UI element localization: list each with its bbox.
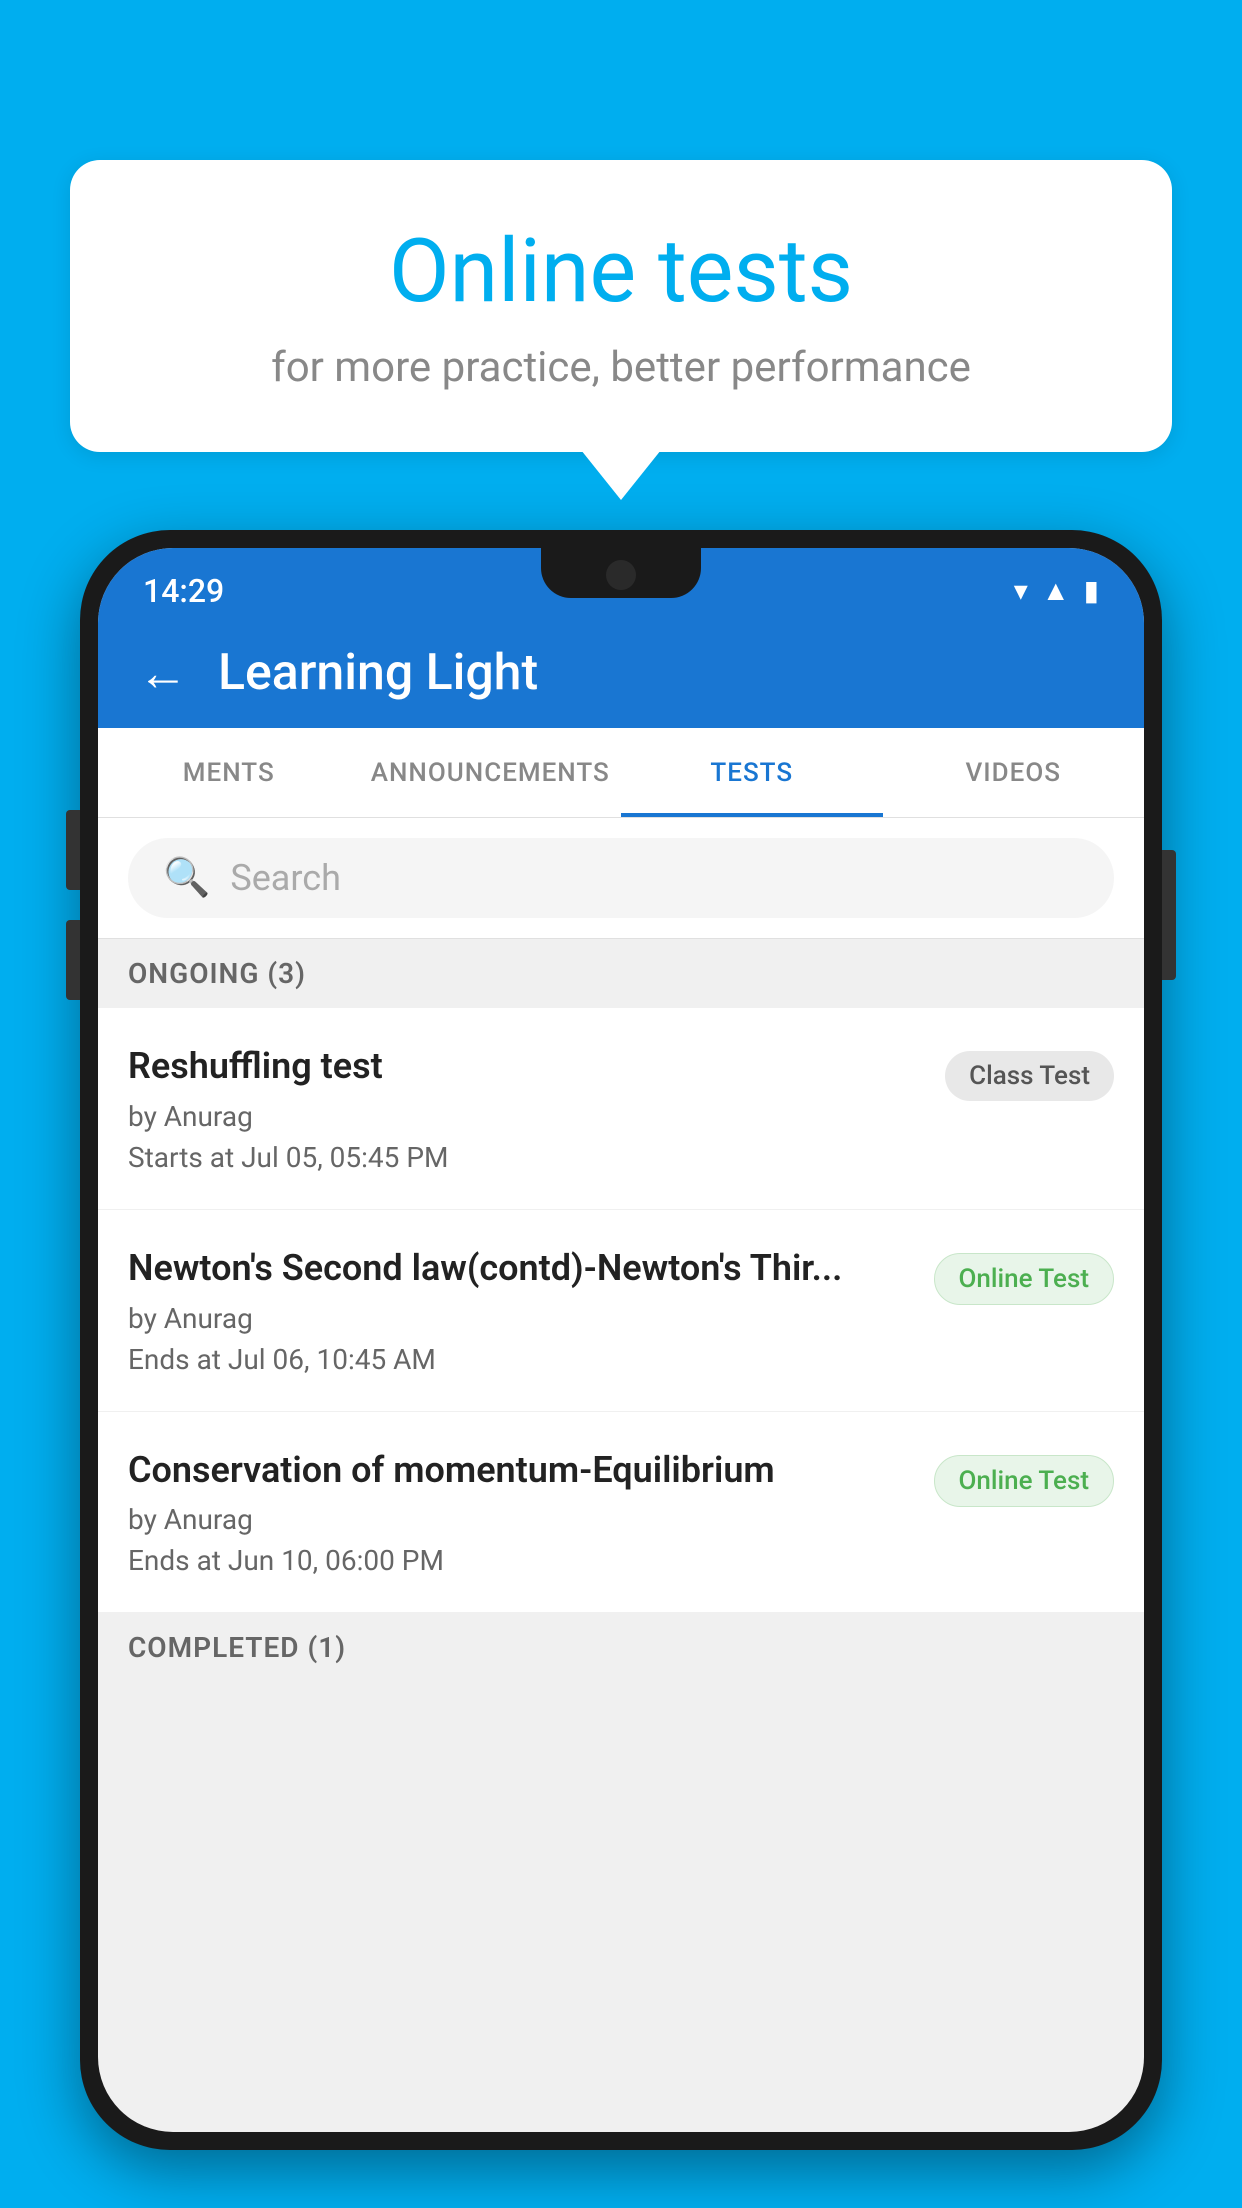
test-author: by Anurag — [128, 1100, 925, 1133]
signal-icon: ▲ — [1042, 574, 1070, 607]
test-author: by Anurag — [128, 1503, 914, 1536]
app-bar: ← Learning Light — [98, 618, 1144, 728]
test-name: Conservation of momentum-Equilibrium — [128, 1447, 914, 1494]
test-badge-class: Class Test — [945, 1051, 1114, 1101]
status-icons: ▾ ▲ ▮ — [1014, 574, 1099, 607]
back-button[interactable]: ← — [138, 644, 188, 703]
tab-tests[interactable]: TESTS — [621, 728, 883, 817]
tab-ments[interactable]: MENTS — [98, 728, 360, 817]
camera-icon — [606, 560, 636, 590]
volume-up-button[interactable] — [66, 810, 80, 890]
battery-icon: ▮ — [1084, 574, 1099, 607]
test-time: Ends at Jun 10, 06:00 PM — [128, 1544, 914, 1577]
status-time: 14:29 — [143, 572, 224, 610]
phone-notch — [541, 548, 701, 598]
test-badge-online-2: Online Test — [934, 1455, 1115, 1507]
test-time: Ends at Jul 06, 10:45 AM — [128, 1343, 914, 1376]
test-item[interactable]: Newton's Second law(contd)-Newton's Thir… — [98, 1210, 1144, 1412]
test-list: Reshuffling test by Anurag Starts at Jul… — [98, 1008, 1144, 1613]
test-content: Conservation of momentum-Equilibrium by … — [128, 1447, 934, 1578]
tab-announcements[interactable]: ANNOUNCEMENTS — [360, 728, 622, 817]
ongoing-section-header: ONGOING (3) — [98, 939, 1144, 1008]
search-bar[interactable]: 🔍 Search — [128, 838, 1114, 918]
phone-screen: 14:29 ▾ ▲ ▮ ← Learning Light MENTS ANNOU… — [98, 548, 1144, 2132]
test-time: Starts at Jul 05, 05:45 PM — [128, 1141, 925, 1174]
tab-bar: MENTS ANNOUNCEMENTS TESTS VIDEOS — [98, 728, 1144, 818]
volume-down-button[interactable] — [66, 920, 80, 1000]
search-container: 🔍 Search — [98, 818, 1144, 939]
tab-videos[interactable]: VIDEOS — [883, 728, 1145, 817]
test-item[interactable]: Conservation of momentum-Equilibrium by … — [98, 1412, 1144, 1614]
test-badge-online: Online Test — [934, 1253, 1115, 1305]
speech-bubble: Online tests for more practice, better p… — [70, 160, 1172, 452]
test-name: Reshuffling test — [128, 1043, 925, 1090]
search-input[interactable]: Search — [230, 857, 341, 899]
bubble-title: Online tests — [150, 220, 1092, 323]
power-button[interactable] — [1162, 850, 1176, 980]
test-name: Newton's Second law(contd)-Newton's Thir… — [128, 1245, 914, 1292]
app-bar-title: Learning Light — [218, 644, 538, 702]
search-icon: 🔍 — [163, 856, 210, 900]
test-content: Reshuffling test by Anurag Starts at Jul… — [128, 1043, 945, 1174]
test-author: by Anurag — [128, 1302, 914, 1335]
test-content: Newton's Second law(contd)-Newton's Thir… — [128, 1245, 934, 1376]
phone-frame: 14:29 ▾ ▲ ▮ ← Learning Light MENTS ANNOU… — [80, 530, 1162, 2150]
wifi-icon: ▾ — [1014, 574, 1028, 607]
bubble-subtitle: for more practice, better performance — [150, 343, 1092, 392]
completed-section-header: COMPLETED (1) — [98, 1613, 1144, 1682]
test-item[interactable]: Reshuffling test by Anurag Starts at Jul… — [98, 1008, 1144, 1210]
